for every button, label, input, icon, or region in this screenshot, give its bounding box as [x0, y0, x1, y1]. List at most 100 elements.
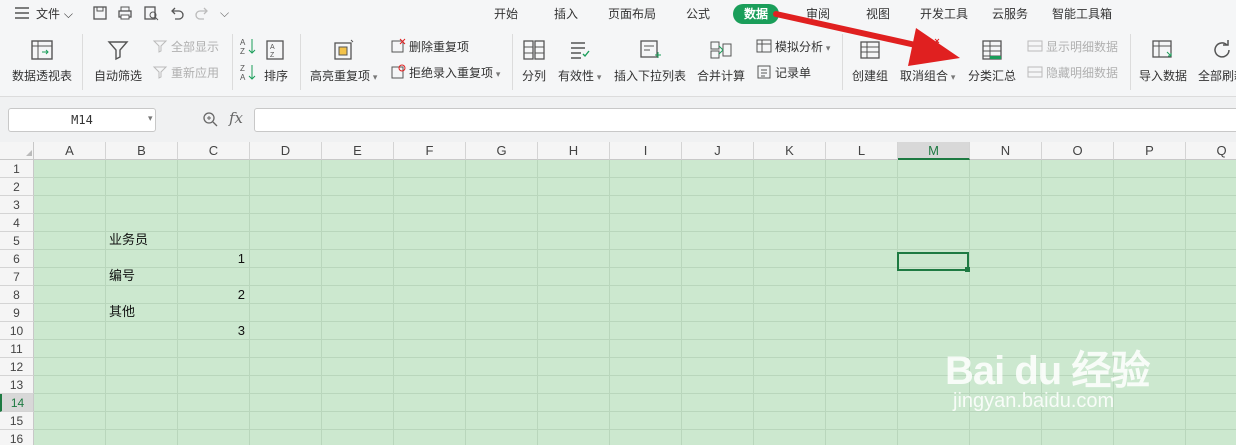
highlight-duplicates-icon: [334, 39, 354, 60]
tab-formulas[interactable]: 公式: [686, 4, 710, 24]
quick-access-dropdown-icon[interactable]: ⌵: [220, 6, 229, 21]
row-header-11[interactable]: 11: [0, 340, 34, 358]
show-all-button[interactable]: 全部显示: [152, 37, 219, 57]
row-header-8[interactable]: 8: [0, 286, 34, 304]
cell-c10[interactable]: 3: [181, 322, 245, 340]
save-icon[interactable]: [92, 5, 108, 24]
cell-c6[interactable]: 1: [181, 250, 245, 268]
print-icon[interactable]: [117, 5, 133, 24]
sort-descending-icon[interactable]: ZA: [240, 63, 256, 84]
column-header-b[interactable]: B: [106, 142, 178, 160]
show-all-icon: [152, 38, 168, 54]
row-header-14[interactable]: 14: [0, 394, 34, 412]
import-data-icon: [1152, 40, 1172, 58]
autofilter-button[interactable]: 自动筛选: [94, 38, 142, 84]
filter-icon: [107, 41, 129, 61]
formula-input[interactable]: [254, 108, 1236, 132]
validity-button[interactable]: 有效性 ▾: [558, 38, 601, 84]
column-header-k[interactable]: K: [754, 142, 826, 160]
row-header-10[interactable]: 10: [0, 322, 34, 340]
refresh-all-label: 全部刷新: [1198, 69, 1236, 83]
tab-insert[interactable]: 插入: [554, 4, 578, 24]
tab-home[interactable]: 开始: [494, 4, 518, 24]
row-header-2[interactable]: 2: [0, 178, 34, 196]
column-header-a[interactable]: A: [34, 142, 106, 160]
consolidate-button[interactable]: 合并计算: [697, 38, 745, 84]
row-header-7[interactable]: 7: [0, 268, 34, 286]
annotation-arrow-icon: [773, 11, 960, 66]
row-header-5[interactable]: 5: [0, 232, 34, 250]
text-to-columns-button[interactable]: 分列: [522, 38, 546, 84]
svg-text:Z: Z: [240, 47, 245, 55]
remove-duplicates-label: 删除重复项: [409, 40, 470, 54]
redo-icon[interactable]: [194, 5, 210, 24]
sort-button[interactable]: AZ 排序: [264, 38, 288, 84]
dropdown-list-label: 插入下拉列表: [614, 69, 687, 83]
row-header-16[interactable]: 16: [0, 430, 34, 445]
file-menu[interactable]: 文件 ⌵: [36, 4, 73, 24]
column-header-e[interactable]: E: [322, 142, 394, 160]
show-detail-button[interactable]: 显示明细数据: [1027, 37, 1118, 57]
show-all-label: 全部显示: [171, 40, 220, 54]
import-data-button[interactable]: 导入数据: [1139, 38, 1187, 84]
remove-duplicates-icon: [390, 38, 406, 54]
undo-icon[interactable]: [169, 5, 185, 24]
selected-cell-m14[interactable]: [897, 252, 969, 271]
zoom-formula-icon[interactable]: [202, 111, 218, 130]
column-header-n[interactable]: N: [970, 142, 1042, 160]
svg-text:Z: Z: [240, 64, 245, 73]
ribbon-separator: [300, 34, 301, 90]
select-all-corner[interactable]: [0, 142, 34, 160]
cell-b5[interactable]: 业务员: [109, 232, 173, 250]
remove-duplicates-button[interactable]: 删除重复项: [390, 37, 469, 57]
column-header-i[interactable]: I: [610, 142, 682, 160]
tab-smart-toolbox[interactable]: 智能工具箱: [1052, 4, 1112, 24]
column-header-o[interactable]: O: [1042, 142, 1114, 160]
print-preview-icon[interactable]: [143, 5, 159, 24]
hide-detail-button[interactable]: 隐藏明细数据: [1027, 63, 1118, 83]
validity-icon: [570, 42, 590, 59]
column-header-l[interactable]: L: [826, 142, 898, 160]
row-header-12[interactable]: 12: [0, 358, 34, 376]
reject-duplicates-icon: [390, 64, 406, 80]
row-header-6[interactable]: 6: [0, 250, 34, 268]
pivot-table-button[interactable]: 数据透视表: [12, 38, 72, 84]
column-header-h[interactable]: H: [538, 142, 610, 160]
highlight-duplicates-button[interactable]: 高亮重复项 ▾: [310, 38, 377, 84]
cell-c8[interactable]: 2: [181, 286, 245, 304]
row-header-1[interactable]: 1: [0, 160, 34, 178]
fill-handle[interactable]: [965, 267, 970, 272]
dropdown-list-icon: [640, 40, 661, 58]
fx-icon[interactable]: fx: [229, 109, 243, 127]
column-header-f[interactable]: F: [394, 142, 466, 160]
tab-cloud[interactable]: 云服务: [992, 4, 1028, 24]
row-header-15[interactable]: 15: [0, 412, 34, 430]
menu-bar: 文件 ⌵ ⌵ 开始 插入 页面布局 公式 数据 审阅 视图 开发工具 云服务 智…: [0, 0, 1236, 28]
row-header-9[interactable]: 9: [0, 304, 34, 322]
autofilter-label: 自动筛选: [94, 69, 143, 83]
tab-page-layout[interactable]: 页面布局: [608, 4, 656, 24]
insert-dropdown-list-button[interactable]: 插入下拉列表: [614, 38, 686, 84]
row-header-4[interactable]: 4: [0, 214, 34, 232]
svg-text:Z: Z: [270, 52, 275, 59]
column-header-c[interactable]: C: [178, 142, 250, 160]
row-header-3[interactable]: 3: [0, 196, 34, 214]
ribbon-separator: [232, 34, 233, 90]
reapply-button[interactable]: 重新应用: [152, 63, 219, 83]
cell-b9[interactable]: 其他: [109, 304, 173, 322]
name-box-dropdown-icon[interactable]: ▾: [148, 114, 153, 124]
column-header-j[interactable]: J: [682, 142, 754, 160]
name-box[interactable]: M14: [8, 108, 156, 132]
hamburger-menu-icon[interactable]: [14, 6, 30, 23]
column-header-d[interactable]: D: [250, 142, 322, 160]
row-header-13[interactable]: 13: [0, 376, 34, 394]
reject-duplicates-button[interactable]: 拒绝录入重复项 ▾: [390, 63, 500, 83]
column-header-g[interactable]: G: [466, 142, 538, 160]
sort-ascending-icon[interactable]: AZ: [240, 37, 256, 58]
refresh-all-button[interactable]: 全部刷新: [1198, 38, 1236, 84]
svg-text:A: A: [240, 73, 246, 81]
column-header-m[interactable]: M: [898, 142, 970, 160]
column-header-p[interactable]: P: [1114, 142, 1186, 160]
column-header-q[interactable]: Q: [1186, 142, 1236, 160]
cell-b7[interactable]: 编号: [109, 268, 173, 286]
